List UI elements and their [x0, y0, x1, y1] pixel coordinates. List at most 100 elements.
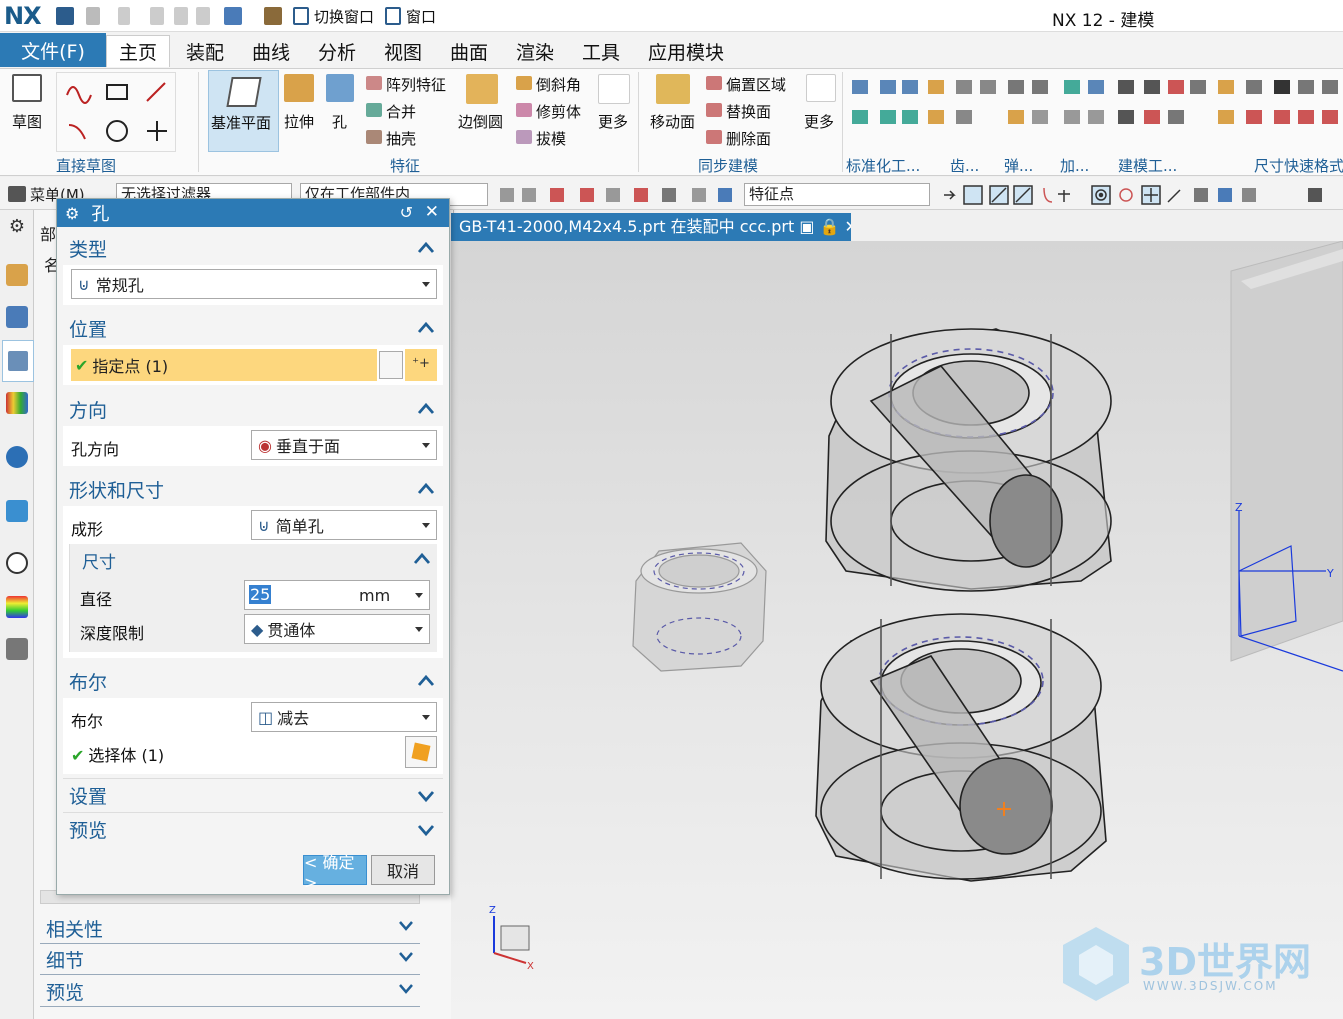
- boolean-section-header[interactable]: 布尔: [63, 664, 443, 698]
- window-icon[interactable]: [385, 7, 401, 25]
- switch-window-button[interactable]: 切换窗口: [314, 6, 374, 27]
- document-tab[interactable]: GB-T41-2000,M42x4.5.prt 在装配中 ccc.prt ▣ 🔒…: [451, 213, 851, 241]
- hole-button[interactable]: 孔: [332, 111, 347, 132]
- history-clock-icon[interactable]: [6, 552, 28, 574]
- more-features-button[interactable]: 更多: [598, 111, 628, 132]
- add-group-label[interactable]: 加...: [1060, 155, 1089, 176]
- delete-face-icon[interactable]: [706, 130, 722, 144]
- depth-limit-dropdown[interactable]: ◆ 贯通体: [244, 614, 430, 644]
- datum-plane-button[interactable]: 基准平面: [208, 70, 279, 152]
- move-face-icon[interactable]: [656, 74, 690, 104]
- replace-face-icon[interactable]: [706, 103, 722, 117]
- extrude-button[interactable]: 拉伸: [284, 111, 314, 132]
- touch-mode-icon[interactable]: [264, 7, 282, 25]
- cancel-button[interactable]: 取消: [371, 855, 435, 885]
- info-icon[interactable]: [6, 446, 28, 468]
- offset-region-button[interactable]: 偏置区域: [726, 74, 786, 95]
- chevron-down-icon[interactable]: [415, 593, 423, 598]
- more-features-icon[interactable]: [598, 74, 630, 104]
- modeling-tools-group-label[interactable]: 建模工...: [1118, 155, 1177, 176]
- file-menu-tab[interactable]: 文件(F): [0, 33, 106, 67]
- unite-icon[interactable]: [366, 103, 382, 117]
- nav-preview-section[interactable]: 预览: [40, 977, 420, 1007]
- cut-icon[interactable]: [150, 7, 164, 25]
- details-section[interactable]: 细节: [40, 945, 420, 975]
- more-sync-icon[interactable]: [806, 74, 836, 102]
- edge-blend-icon[interactable]: [466, 74, 498, 104]
- offset-region-icon[interactable]: [706, 76, 722, 90]
- tab-analysis[interactable]: 分析: [318, 35, 356, 67]
- web-browser-icon[interactable]: [6, 500, 28, 522]
- more-sync-button[interactable]: 更多: [804, 111, 834, 132]
- direction-section-header[interactable]: 方向: [63, 392, 443, 426]
- form-dropdown[interactable]: ⊍ 简单孔: [251, 510, 437, 540]
- edge-blend-button[interactable]: 边倒圆: [458, 111, 503, 132]
- assembly-navigator-icon[interactable]: [6, 264, 28, 286]
- shell-button[interactable]: 抽壳: [386, 128, 416, 149]
- hole-type-dropdown[interactable]: ⊍ 常规孔: [71, 269, 437, 299]
- copy-icon[interactable]: [174, 7, 188, 25]
- part-navigator-tab[interactable]: [2, 340, 34, 382]
- model-scene[interactable]: Z Y Z X: [451, 241, 1343, 1019]
- trim-body-button[interactable]: 修剪体: [536, 101, 581, 122]
- constraint-navigator-icon[interactable]: [6, 306, 28, 328]
- chevron-up-icon[interactable]: [413, 550, 431, 568]
- diameter-input[interactable]: 25 mm: [244, 580, 430, 610]
- specify-point-row[interactable]: ✔ 指定点 (1): [71, 349, 377, 381]
- ok-button[interactable]: < 确定 >: [303, 853, 367, 892]
- gear-icon[interactable]: ⚙: [65, 204, 79, 223]
- unite-button[interactable]: 合并: [386, 101, 416, 122]
- tab-curve[interactable]: 曲线: [252, 35, 290, 67]
- sketch-button[interactable]: 草图: [12, 111, 42, 132]
- reset-icon[interactable]: ↺: [400, 203, 413, 222]
- sketch-section-icon[interactable]: [379, 351, 403, 379]
- chamfer-button[interactable]: 倒斜角: [536, 74, 581, 95]
- quick-dim-group-label[interactable]: 尺寸快速格式: [1254, 155, 1343, 176]
- delete-face-button[interactable]: 删除面: [726, 128, 771, 149]
- draft-button[interactable]: 拔模: [536, 128, 566, 149]
- menu-icon[interactable]: [8, 186, 26, 202]
- trim-body-icon[interactable]: [516, 103, 532, 117]
- select-body-button[interactable]: [405, 736, 437, 768]
- dependencies-section[interactable]: 相关性: [40, 914, 420, 944]
- point-dialog-icon[interactable]: ⁺+: [405, 349, 437, 381]
- settings-section-header[interactable]: 设置: [63, 778, 443, 812]
- resource-settings-icon[interactable]: ⚙: [6, 216, 28, 238]
- gear-group-label[interactable]: 齿...: [950, 155, 979, 176]
- standard-parts-group-label[interactable]: 标准化工...: [846, 155, 920, 176]
- sketch-icon[interactable]: [12, 74, 42, 102]
- tab-application[interactable]: 应用模块: [648, 35, 724, 67]
- type-section-header[interactable]: 类型: [63, 231, 443, 265]
- sketch-curves-gallery[interactable]: [56, 72, 176, 152]
- preview-section-header[interactable]: 预览: [63, 812, 443, 846]
- tab-surface[interactable]: 曲面: [450, 35, 488, 67]
- diameter-unit[interactable]: mm: [359, 586, 390, 605]
- snap-point-tools[interactable]: [940, 184, 1343, 206]
- shell-icon[interactable]: [366, 130, 382, 144]
- snap-point-combo[interactable]: 特征点: [744, 183, 930, 206]
- tab-assembly[interactable]: 装配: [186, 35, 224, 67]
- tab-tools[interactable]: 工具: [582, 35, 620, 67]
- shape-section-header[interactable]: 形状和尺寸: [63, 472, 443, 506]
- switch-window-icon[interactable]: [293, 7, 309, 25]
- spring-group-label[interactable]: 弹...: [1004, 155, 1033, 176]
- graphics-window[interactable]: Z Y Z X 3D世界网 WWW.3DSJW.COM: [451, 241, 1343, 1019]
- redo-icon[interactable]: [118, 7, 130, 25]
- dialog-title-bar[interactable]: ⚙ 孔 ↺ ✕: [57, 199, 449, 227]
- close-icon[interactable]: ✕: [425, 202, 439, 222]
- reuse-library-icon[interactable]: [6, 392, 28, 414]
- palette-icon[interactable]: [6, 596, 28, 618]
- move-face-button[interactable]: 移动面: [650, 111, 695, 132]
- selection-tools[interactable]: [496, 184, 736, 206]
- dimensions-header[interactable]: 尺寸: [82, 548, 116, 573]
- pattern-feature-icon[interactable]: [366, 76, 382, 90]
- tab-home[interactable]: 主页: [106, 35, 171, 67]
- pattern-feature-button[interactable]: 阵列特征: [386, 74, 446, 95]
- repeat-command-icon[interactable]: [224, 7, 242, 25]
- paste-icon[interactable]: [196, 7, 210, 25]
- boolean-dropdown[interactable]: ◫ 减去: [251, 702, 437, 732]
- roles-icon[interactable]: [6, 638, 28, 660]
- position-section-header[interactable]: 位置: [63, 311, 443, 345]
- select-body-row[interactable]: ✔ 选择体 (1): [71, 742, 164, 766]
- draft-icon[interactable]: [516, 130, 532, 144]
